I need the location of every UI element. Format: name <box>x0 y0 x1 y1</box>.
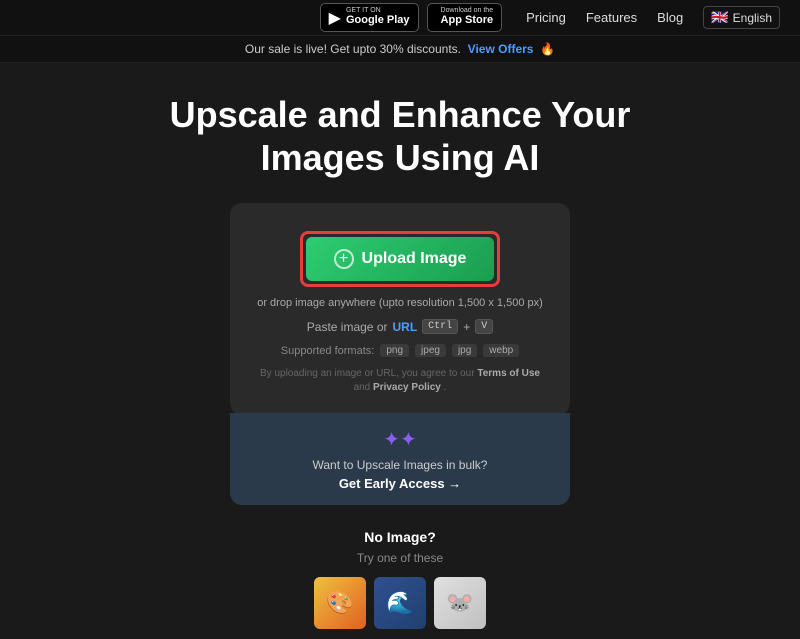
upload-button-label: Upload Image <box>362 250 467 268</box>
upload-card: + Upload Image or drop image anywhere (u… <box>230 203 570 415</box>
sample-image-3[interactable]: 🐭 <box>434 577 486 629</box>
formats-row: Supported formats: png jpeg jpg webp <box>281 344 519 357</box>
sample-images: 🎨 🌊 🐭 <box>314 577 486 629</box>
google-play-icon: ▶ <box>329 8 341 28</box>
google-play-badge[interactable]: ▶ GET IT ON Google Play <box>320 3 419 31</box>
url-link[interactable]: URL <box>393 320 418 334</box>
hero-title-line1: Upscale and Enhance Your <box>170 94 631 135</box>
sample-image-1[interactable]: 🎨 <box>314 577 366 629</box>
terms-prefix: By uploading an image or URL, you agree … <box>260 368 475 379</box>
nav-features[interactable]: Features <box>586 10 637 25</box>
fire-emoji: 🔥 <box>540 42 555 56</box>
bulk-icon: ✦✦ <box>383 427 417 452</box>
format-jpg: jpg <box>452 344 477 357</box>
google-play-text: GET IT ON Google Play <box>346 7 410 27</box>
early-access-link[interactable]: Get Early Access → <box>339 476 461 491</box>
no-image-title: No Image? <box>364 529 436 545</box>
top-nav: ▶ GET IT ON Google Play Download on the … <box>0 0 800 36</box>
paste-text: Paste image or <box>307 320 388 334</box>
formats-label: Supported formats: <box>281 345 375 357</box>
announcement-text: Our sale is live! Get upto 30% discounts… <box>245 42 461 56</box>
terms-link[interactable]: Terms of Use <box>477 368 540 379</box>
terms-end: . <box>444 382 447 393</box>
nav-blog[interactable]: Blog <box>657 10 683 25</box>
format-png: png <box>380 344 409 357</box>
language-label: English <box>733 11 772 25</box>
privacy-link[interactable]: Privacy Policy <box>373 382 441 393</box>
nav-links: Pricing Features Blog 🇬🇧 English <box>526 6 780 29</box>
app-store-badge[interactable]: Download on the App Store <box>427 3 503 31</box>
upload-button[interactable]: + Upload Image <box>306 237 495 281</box>
view-offers-link[interactable]: View Offers <box>468 42 534 56</box>
drop-hint: or drop image anywhere (upto resolution … <box>257 297 543 309</box>
no-image-subtitle: Try one of these <box>357 551 443 565</box>
v-key: V <box>475 319 493 334</box>
format-webp: webp <box>483 344 519 357</box>
bulk-text: Want to Upscale Images in bulk? <box>313 458 488 472</box>
hero-title-line2: Images Using AI <box>261 137 540 178</box>
flag-icon: 🇬🇧 <box>711 9 728 26</box>
hero-title: Upscale and Enhance Your Images Using AI <box>170 93 631 179</box>
terms-and: and <box>354 382 371 393</box>
language-selector[interactable]: 🇬🇧 English <box>703 6 780 29</box>
plus-separator: + <box>463 320 470 334</box>
no-image-section: No Image? Try one of these 🎨 🌊 🐭 <box>314 529 486 629</box>
sample-image-2[interactable]: 🌊 <box>374 577 426 629</box>
upload-btn-wrapper: + Upload Image <box>300 231 501 287</box>
paste-row: Paste image or URL Ctrl + V <box>307 319 493 334</box>
terms-text: By uploading an image or URL, you agree … <box>254 367 546 395</box>
nav-pricing[interactable]: Pricing <box>526 10 566 25</box>
ctrl-key: Ctrl <box>422 319 458 334</box>
bulk-section: ✦✦ Want to Upscale Images in bulk? Get E… <box>230 413 570 505</box>
app-store-text: Download on the App Store <box>441 7 494 27</box>
main-content: Upscale and Enhance Your Images Using AI… <box>0 63 800 639</box>
announcement-bar: Our sale is live! Get upto 30% discounts… <box>0 36 800 63</box>
plus-circle-icon: + <box>334 249 354 269</box>
format-jpeg: jpeg <box>415 344 446 357</box>
